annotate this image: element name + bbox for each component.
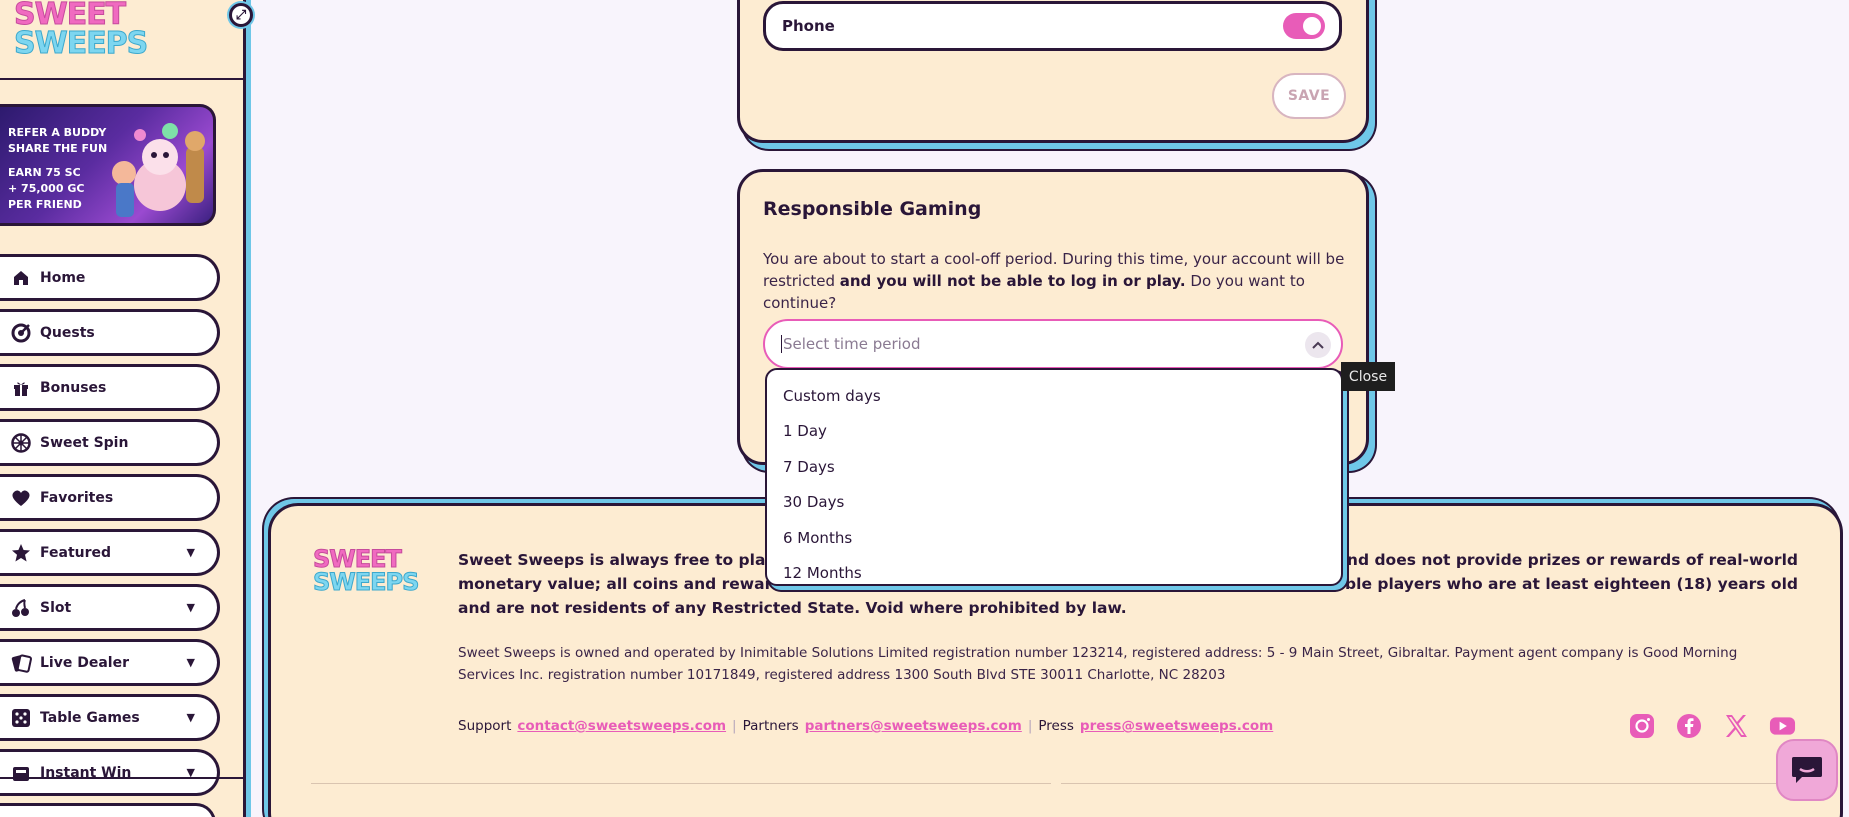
- instagram-icon[interactable]: [1628, 712, 1655, 739]
- close-tooltip: Close: [1341, 362, 1395, 391]
- save-button[interactable]: SAVE: [1272, 73, 1346, 119]
- option-6-months[interactable]: 6 Months: [767, 520, 1341, 556]
- cards-icon: [10, 652, 32, 674]
- sidebar-item-label: Live Dealer: [40, 654, 129, 671]
- sidebar-divider: [0, 78, 243, 80]
- press-email-link[interactable]: press@sweetsweeps.com: [1080, 718, 1273, 734]
- star-icon: [10, 542, 32, 564]
- sidebar-bottom-item[interactable]: [0, 803, 216, 817]
- sidebar-item-label: Table Games: [40, 709, 140, 726]
- sidebar-item-featured[interactable]: Featured ▼: [0, 529, 220, 576]
- time-period-select[interactable]: Select time period: [763, 319, 1343, 369]
- sidebar-item-bonuses[interactable]: Bonuses: [0, 364, 220, 411]
- text-cursor: [781, 335, 782, 353]
- cherry-icon: [10, 597, 32, 619]
- cool-off-description: You are about to start a cool-off period…: [763, 250, 1345, 312]
- sidebar-item-slot[interactable]: Slot ▼: [0, 584, 220, 631]
- quests-icon: [10, 322, 32, 344]
- support-email-link[interactable]: contact@sweetsweeps.com: [517, 718, 726, 734]
- x-icon[interactable]: [1722, 712, 1749, 739]
- option-custom-days[interactable]: Custom days: [767, 378, 1341, 414]
- collapse-sidebar-button[interactable]: ⤢: [229, 3, 253, 27]
- footer-divider: [1061, 783, 1801, 784]
- option-7-days[interactable]: 7 Days: [767, 449, 1341, 485]
- sidebar-item-label: Bonuses: [40, 379, 107, 396]
- sidebar-item-label: Featured: [40, 544, 112, 561]
- footer-contacts: Support contact@sweetsweeps.com | Partne…: [458, 718, 1274, 734]
- sidebar-item-instant-win[interactable]: Instant Win ▼: [0, 749, 220, 796]
- facebook-icon[interactable]: [1675, 712, 1702, 739]
- notification-settings-card: Phone SAVE: [737, 0, 1369, 143]
- sidebar-item-favorites[interactable]: Favorites: [0, 474, 220, 521]
- phone-label: Phone: [782, 17, 835, 35]
- promo-characters-art: [112, 123, 205, 217]
- responsible-gaming-title: Responsible Gaming: [763, 198, 982, 220]
- footer-logo[interactable]: SWEET SWEEPS: [313, 547, 423, 596]
- caret-down-icon[interactable]: ▼: [187, 711, 195, 724]
- option-30-days[interactable]: 30 Days: [767, 485, 1341, 521]
- caret-down-icon[interactable]: ▼: [187, 656, 195, 669]
- phone-notification-row: Phone: [763, 1, 1342, 51]
- partners-email-link[interactable]: partners@sweetsweeps.com: [805, 718, 1022, 734]
- sidebar-item-live-dealer[interactable]: Live Dealer ▼: [0, 639, 220, 686]
- phone-toggle[interactable]: [1283, 13, 1325, 39]
- sidebar-item-label: Quests: [40, 324, 95, 341]
- spin-wheel-icon: [10, 432, 32, 454]
- caret-down-icon[interactable]: ▼: [187, 601, 195, 614]
- sidebar-item-table-games[interactable]: Table Games ▼: [0, 694, 220, 741]
- chat-bubble-icon: [1792, 757, 1822, 783]
- separator: |: [1027, 718, 1033, 734]
- sidebar-divider: [0, 777, 243, 779]
- sweet-sweeps-logo[interactable]: SWEET SWEEPS: [14, 0, 149, 59]
- sidebar-nav: Home Quests Bonuses Sweet Spin Favorites: [0, 254, 220, 804]
- home-icon: [10, 267, 32, 289]
- separator: |: [732, 718, 737, 734]
- dice-icon: [10, 707, 32, 729]
- live-chat-button[interactable]: [1776, 739, 1838, 801]
- expand-arrows-icon: ⤢: [235, 7, 247, 23]
- option-1-day[interactable]: 1 Day: [767, 414, 1341, 450]
- chevron-up-icon[interactable]: [1305, 332, 1331, 358]
- sidebar-item-home[interactable]: Home: [0, 254, 220, 301]
- youtube-icon[interactable]: [1769, 712, 1796, 739]
- select-placeholder: Select time period: [783, 335, 921, 353]
- sidebar-item-label: Sweet Spin: [40, 434, 129, 451]
- promo-text: REFER A BUDDY SHARE THE FUN EARN 75 SC +…: [8, 126, 108, 211]
- sidebar-item-sweet-spin[interactable]: Sweet Spin: [0, 419, 220, 466]
- instant-win-icon: [10, 762, 32, 784]
- refer-a-buddy-banner[interactable]: REFER A BUDDY SHARE THE FUN EARN 75 SC +…: [0, 104, 216, 226]
- sidebar-item-label: Home: [40, 269, 86, 286]
- gift-icon: [10, 377, 32, 399]
- sidebar-item-label: Slot: [40, 599, 72, 616]
- time-period-dropdown: Custom days 1 Day 7 Days 30 Days 6 Month…: [765, 368, 1343, 586]
- sidebar-item-quests[interactable]: Quests: [0, 309, 220, 356]
- caret-down-icon[interactable]: ▼: [187, 546, 195, 559]
- sidebar: SWEET SWEEPS REFER A BUDDY SHARE THE FUN…: [0, 0, 246, 817]
- sidebar-item-label: Favorites: [40, 489, 114, 506]
- option-12-months[interactable]: 12 Months: [767, 556, 1341, 592]
- heart-icon: [10, 487, 32, 509]
- footer-legal-text: Sweet Sweeps is owned and operated by In…: [458, 645, 1738, 683]
- footer-divider: [311, 783, 1051, 784]
- social-links: [1628, 712, 1796, 739]
